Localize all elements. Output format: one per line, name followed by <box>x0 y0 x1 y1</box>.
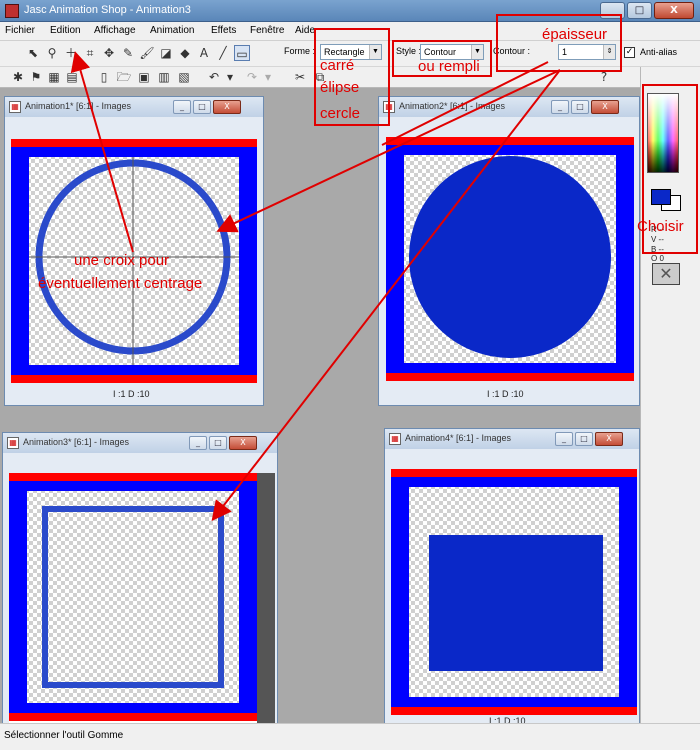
frame-image <box>9 473 257 721</box>
no-color-icon[interactable]: ✕ <box>652 263 680 285</box>
animation2-window[interactable]: ▦ Animation2* [6:1] - Images _ □ X I :1 … <box>378 96 640 406</box>
o-readout: O 0 <box>651 254 664 263</box>
doc-icon: ▦ <box>389 433 401 445</box>
frames-icon[interactable]: ▦ <box>46 69 62 85</box>
crosshair-icon[interactable]: ＋ <box>63 45 79 61</box>
menu-animation[interactable]: Animation <box>150 25 194 36</box>
maximize-button[interactable]: □ <box>627 2 652 19</box>
doc-icon: ▦ <box>7 437 19 449</box>
undo-dropdown-icon[interactable]: ▾ <box>222 69 238 85</box>
annotation-thickness: épaisseur <box>542 26 608 43</box>
eraser-icon[interactable]: ◪ <box>158 45 174 61</box>
cut-icon[interactable]: ✂ <box>292 69 308 85</box>
print-icon[interactable]: ▧ <box>176 69 192 85</box>
frame-canvas[interactable] <box>9 473 257 725</box>
scrollbar[interactable] <box>257 473 275 725</box>
flag-icon[interactable]: ⚑ <box>28 69 44 85</box>
animation3-title: Animation3* [6:1] - Images <box>23 437 130 447</box>
window-controls: _ □ X <box>189 436 257 450</box>
forme-label: Forme : <box>284 46 316 56</box>
app-icon <box>5 4 19 18</box>
annotation-cross-line2: éventuellement centrage <box>38 275 203 292</box>
close-button[interactable]: X <box>591 100 619 114</box>
frame-info: I :1 D :10 <box>113 389 150 399</box>
frame-info: I :1 D :10 <box>487 389 524 399</box>
thickness-annotation-box <box>496 14 622 72</box>
animation2-title: Animation2* [6:1] - Images <box>399 101 506 111</box>
frame-image <box>391 469 637 715</box>
animation2-titlebar: ▦ Animation2* [6:1] - Images _ □ X <box>379 97 639 117</box>
window-controls: _ □ X <box>551 100 619 114</box>
animation1-window[interactable]: ▦ Animation1* [6:1] - Images _ □ X I :1 … <box>4 96 264 406</box>
maximize-button[interactable]: □ <box>575 432 593 446</box>
animation4-titlebar: ▦ Animation4* [6:1] - Images _ □ X <box>385 429 639 449</box>
dropper-icon[interactable]: ✎ <box>120 45 136 61</box>
animation3-titlebar: ▦ Animation3* [6:1] - Images _ □ X <box>3 433 277 453</box>
annotation-cercle: cercle <box>320 105 361 122</box>
animation1-titlebar: ▦ Animation1* [6:1] - Images _ □ X <box>5 97 263 117</box>
minimize-button[interactable]: _ <box>189 436 207 450</box>
arrow-select-icon[interactable]: ⬉ <box>25 45 41 61</box>
maximize-button[interactable]: □ <box>193 100 211 114</box>
app-title: Jasc Animation Shop - Animation3 <box>24 4 191 16</box>
annotation-elipse: élipse <box>320 79 360 96</box>
crop-icon[interactable]: ⌗ <box>82 45 98 61</box>
close-button[interactable]: X <box>595 432 623 446</box>
fill-icon[interactable]: ◆ <box>177 45 193 61</box>
text-icon[interactable]: A <box>196 45 212 61</box>
menu-fenetre[interactable]: Fenêtre <box>250 25 284 36</box>
open-folder-icon[interactable]: 🗁 <box>116 69 132 85</box>
brush-icon[interactable]: 🖌 <box>139 45 155 61</box>
menu-edition[interactable]: Edition <box>50 25 81 36</box>
window-controls: _ □ X <box>555 432 623 446</box>
redo-icon[interactable]: ↷ <box>244 69 260 85</box>
undo-icon[interactable]: ↶ <box>206 69 222 85</box>
menu-effets[interactable]: Effets <box>211 25 236 36</box>
shape-icon[interactable]: ▭ <box>234 45 250 61</box>
menu-aide[interactable]: Aide <box>295 25 315 36</box>
maximize-button[interactable]: □ <box>571 100 589 114</box>
animation1-title: Animation1* [6:1] - Images <box>25 101 132 111</box>
window-controls: _ □ X <box>173 100 241 114</box>
film-icon[interactable]: ▤ <box>64 69 80 85</box>
line-icon[interactable]: ╱ <box>215 45 231 61</box>
zoom-icon[interactable]: ⚲ <box>44 45 60 61</box>
new-file-icon[interactable]: ▯ <box>96 69 112 85</box>
redo-dropdown-icon[interactable]: ▾ <box>260 69 276 85</box>
close-button[interactable]: X <box>213 100 241 114</box>
animation4-window[interactable]: ▦ Animation4* [6:1] - Images _ □ X I :1 … <box>384 428 640 726</box>
doc-icon: ▦ <box>9 101 21 113</box>
annotation-choose: Choisir <box>637 218 684 235</box>
frame-canvas[interactable] <box>391 469 637 715</box>
annotation-fill: ou rempli <box>418 58 480 75</box>
save-icon[interactable]: ▣ <box>136 69 152 85</box>
minimize-button[interactable]: _ <box>551 100 569 114</box>
status-bar: Sélectionner l'outil Gomme <box>0 723 700 750</box>
wizard-icon[interactable]: ✱ <box>10 69 26 85</box>
antialias-checkbox[interactable]: ✓ <box>624 47 635 58</box>
move-icon[interactable]: ✥ <box>101 45 117 61</box>
maximize-button[interactable]: □ <box>209 436 227 450</box>
annotation-carre: carré <box>320 57 355 74</box>
frame-canvas[interactable] <box>386 137 634 381</box>
close-button[interactable]: X <box>229 436 257 450</box>
antialias-label: Anti-alias <box>640 47 678 57</box>
minimize-button[interactable]: _ <box>555 432 573 446</box>
annotation-cross-line1: une croix pour <box>74 252 170 269</box>
menu-affichage[interactable]: Affichage <box>94 25 136 36</box>
close-button[interactable]: X <box>654 2 694 19</box>
minimize-button[interactable]: _ <box>173 100 191 114</box>
frame-image <box>386 137 634 381</box>
save-frames-icon[interactable]: ▥ <box>156 69 172 85</box>
animation3-window[interactable]: ▦ Animation3* [6:1] - Images _ □ X <box>2 432 278 725</box>
status-text: Sélectionner l'outil Gomme <box>4 730 124 741</box>
menu-fichier[interactable]: Fichier <box>5 25 35 36</box>
animation4-title: Animation4* [6:1] - Images <box>405 433 512 443</box>
